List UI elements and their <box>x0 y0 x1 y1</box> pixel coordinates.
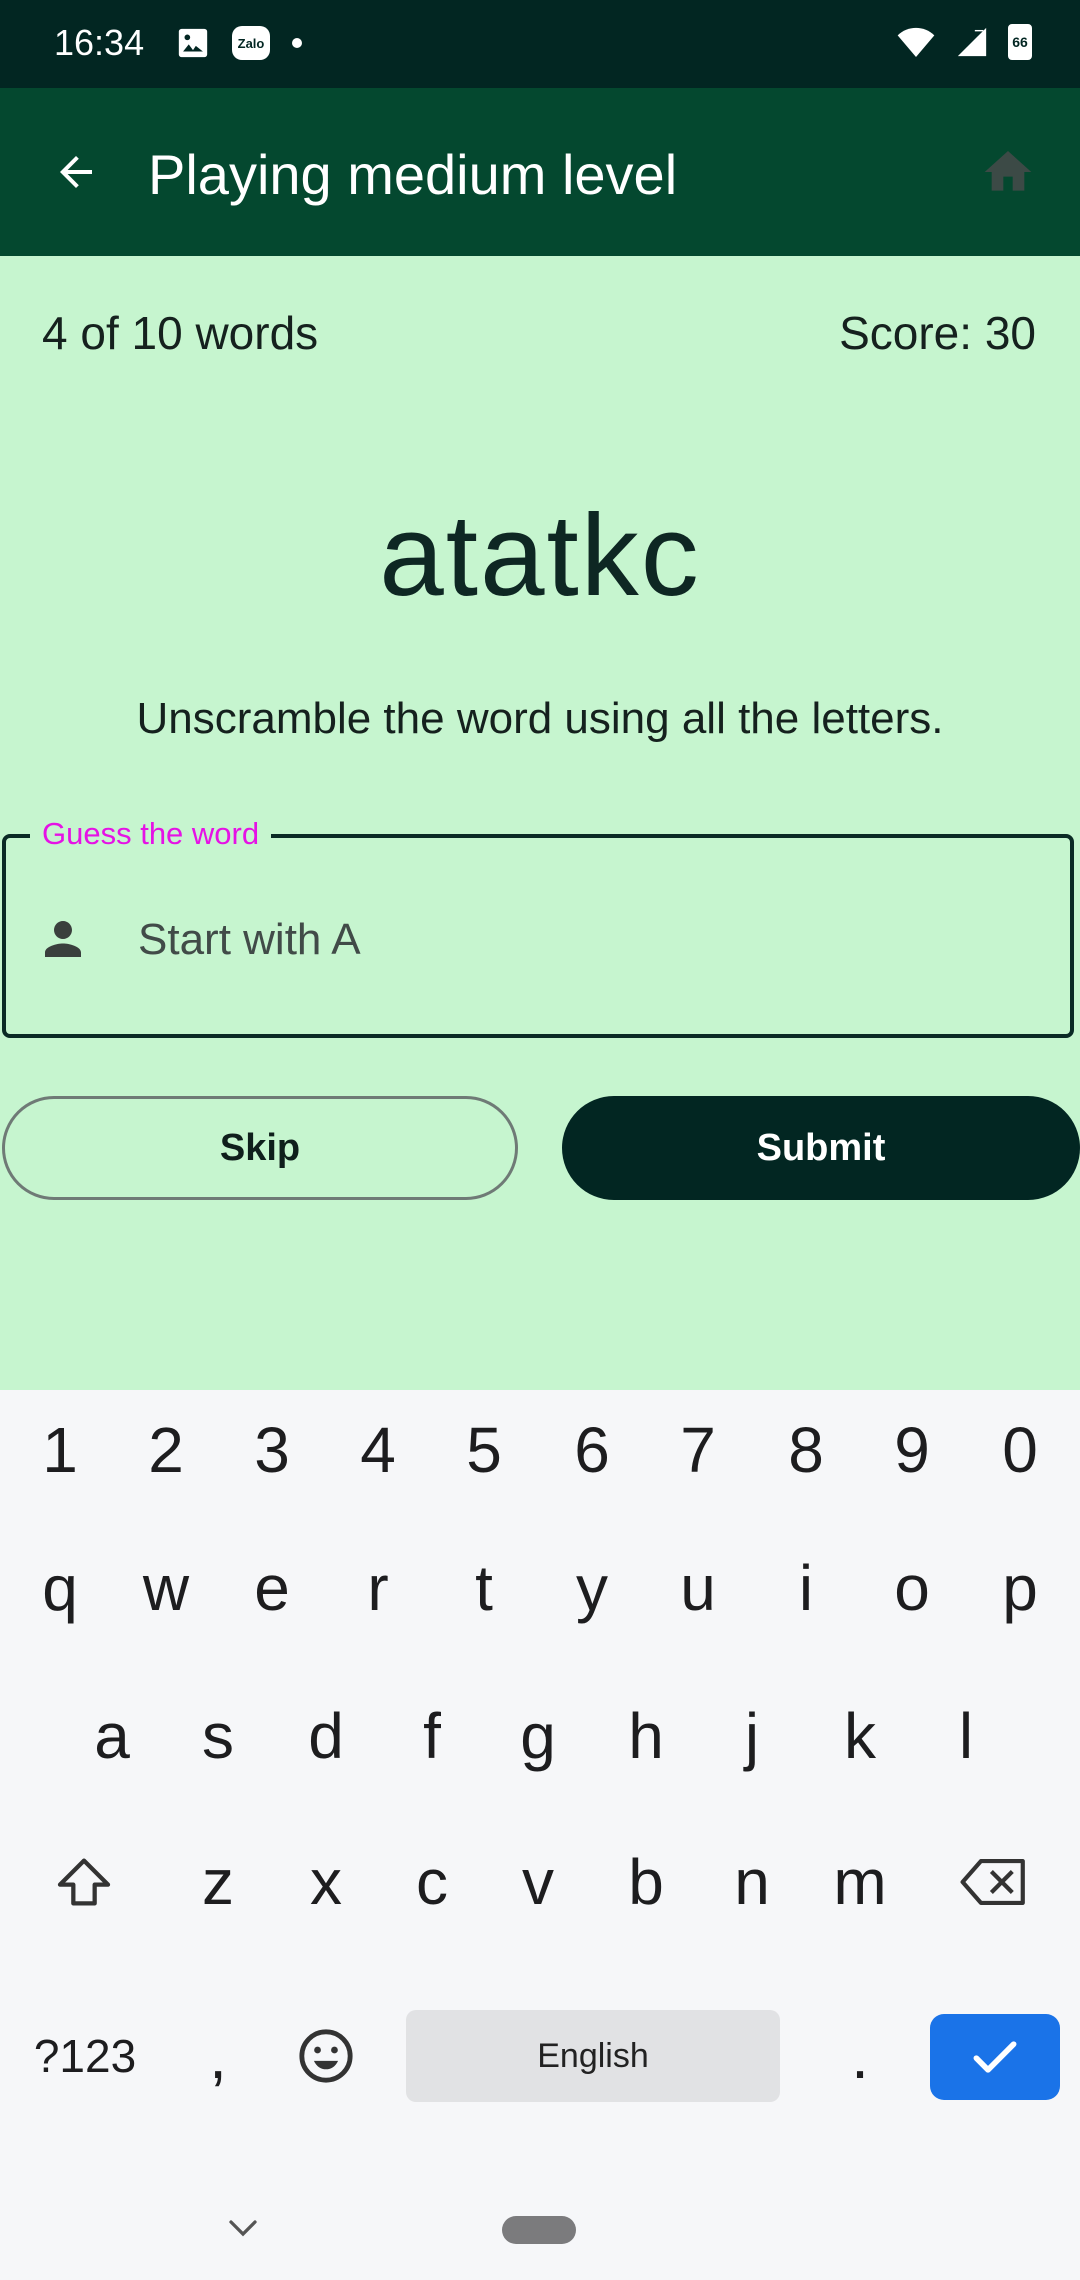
zalo-icon: Zalo <box>232 26 270 60</box>
status-time: 16:34 <box>54 22 145 63</box>
zalo-icon-label: Zalo <box>237 35 265 51</box>
key-s[interactable]: s <box>170 1676 266 1796</box>
key-comma[interactable]: , <box>170 1996 266 2116</box>
key-h[interactable]: h <box>598 1676 694 1796</box>
enter-key[interactable] <box>930 2014 1060 2100</box>
key-v[interactable]: v <box>490 1822 586 1942</box>
key-r[interactable]: r <box>330 1528 426 1648</box>
key-1[interactable]: 1 <box>12 1390 108 1510</box>
arrow-back-icon <box>60 156 92 188</box>
submit-button[interactable]: Submit <box>562 1096 1080 1200</box>
scrambled-word: atatkc <box>379 490 701 620</box>
key-7[interactable]: 7 <box>650 1390 746 1510</box>
instructions-text: Unscramble the word using all the letter… <box>136 694 944 743</box>
keyboard-row-a: a s d f g h j k l <box>0 1676 1080 1796</box>
key-3[interactable]: 3 <box>224 1390 320 1510</box>
gesture-handle[interactable] <box>502 2216 576 2244</box>
word-progress: 4 of 10 words <box>42 307 319 359</box>
key-period[interactable]: . <box>812 1996 908 2116</box>
key-p[interactable]: p <box>972 1528 1068 1648</box>
page-title: Playing medium level <box>148 143 678 206</box>
key-c[interactable]: c <box>384 1822 480 1942</box>
guess-input[interactable] <box>136 906 1020 974</box>
key-2[interactable]: 2 <box>118 1390 214 1510</box>
key-j[interactable]: j <box>704 1676 800 1796</box>
image-icon <box>178 28 208 58</box>
key-u[interactable]: u <box>650 1528 746 1648</box>
key-q[interactable]: q <box>12 1528 108 1648</box>
key-a[interactable]: a <box>64 1676 160 1796</box>
key-g[interactable]: g <box>490 1676 586 1796</box>
key-b[interactable]: b <box>598 1822 694 1942</box>
shift-icon <box>57 1858 111 1906</box>
chevron-down-icon <box>229 2220 257 2237</box>
keyboard-row-q: q w e r t y u i o p <box>0 1528 1080 1648</box>
key-i[interactable]: i <box>758 1528 854 1648</box>
backspace-icon <box>960 1858 1025 1906</box>
battery-level: 66 <box>1012 34 1028 50</box>
key-z[interactable]: z <box>170 1822 266 1942</box>
home-icon <box>984 151 1032 191</box>
guess-field-label: Guess the word <box>30 816 272 852</box>
dot-icon <box>292 38 302 48</box>
key-l[interactable]: l <box>918 1676 1014 1796</box>
key-9[interactable]: 9 <box>864 1390 960 1510</box>
key-6[interactable]: 6 <box>544 1390 640 1510</box>
signal-icon <box>957 27 987 57</box>
person-icon <box>45 921 81 957</box>
keyboard: 1 2 3 4 5 6 7 8 9 0 q w e r t y u i o p … <box>0 1390 1080 2280</box>
wifi-icon <box>897 27 935 57</box>
app-bar: Playing medium level <box>0 88 1080 256</box>
home-button[interactable] <box>972 136 1044 208</box>
symbols-key[interactable]: ?123 <box>20 1996 150 2116</box>
emoji-key[interactable] <box>278 1996 374 2116</box>
emoji-icon <box>299 2029 353 2083</box>
shift-key[interactable] <box>36 1822 132 1942</box>
score-display: Score: 30 <box>839 307 1036 359</box>
key-5[interactable]: 5 <box>436 1390 532 1510</box>
hide-keyboard-button[interactable] <box>218 2208 268 2248</box>
key-0[interactable]: 0 <box>972 1390 1068 1510</box>
key-w[interactable]: w <box>118 1528 214 1648</box>
key-y[interactable]: y <box>544 1528 640 1648</box>
status-icons-right: 66 <box>896 24 1032 60</box>
check-icon <box>973 2041 1017 2073</box>
status-bar: 16:34 Zalo 66 <box>0 0 1080 88</box>
keyboard-row-numbers: 1 2 3 4 5 6 7 8 9 0 <box>0 1390 1080 1510</box>
space-key[interactable]: English <box>406 2010 780 2102</box>
key-k[interactable]: k <box>812 1676 908 1796</box>
key-m[interactable]: m <box>812 1822 908 1942</box>
key-n[interactable]: n <box>704 1822 800 1942</box>
key-x[interactable]: x <box>278 1822 374 1942</box>
key-t[interactable]: t <box>436 1528 532 1648</box>
key-e[interactable]: e <box>224 1528 320 1648</box>
keyboard-row-z: z x c v b n m <box>0 1822 1080 1942</box>
backspace-key[interactable] <box>946 1822 1042 1942</box>
key-8[interactable]: 8 <box>758 1390 854 1510</box>
key-d[interactable]: d <box>278 1676 374 1796</box>
key-4[interactable]: 4 <box>330 1390 426 1510</box>
status-icons-left: Zalo <box>176 26 302 60</box>
skip-button[interactable]: Skip <box>2 1096 518 1200</box>
back-button[interactable] <box>40 136 112 208</box>
battery-icon: 66 <box>1008 24 1032 60</box>
key-f[interactable]: f <box>384 1676 480 1796</box>
key-o[interactable]: o <box>864 1528 960 1648</box>
